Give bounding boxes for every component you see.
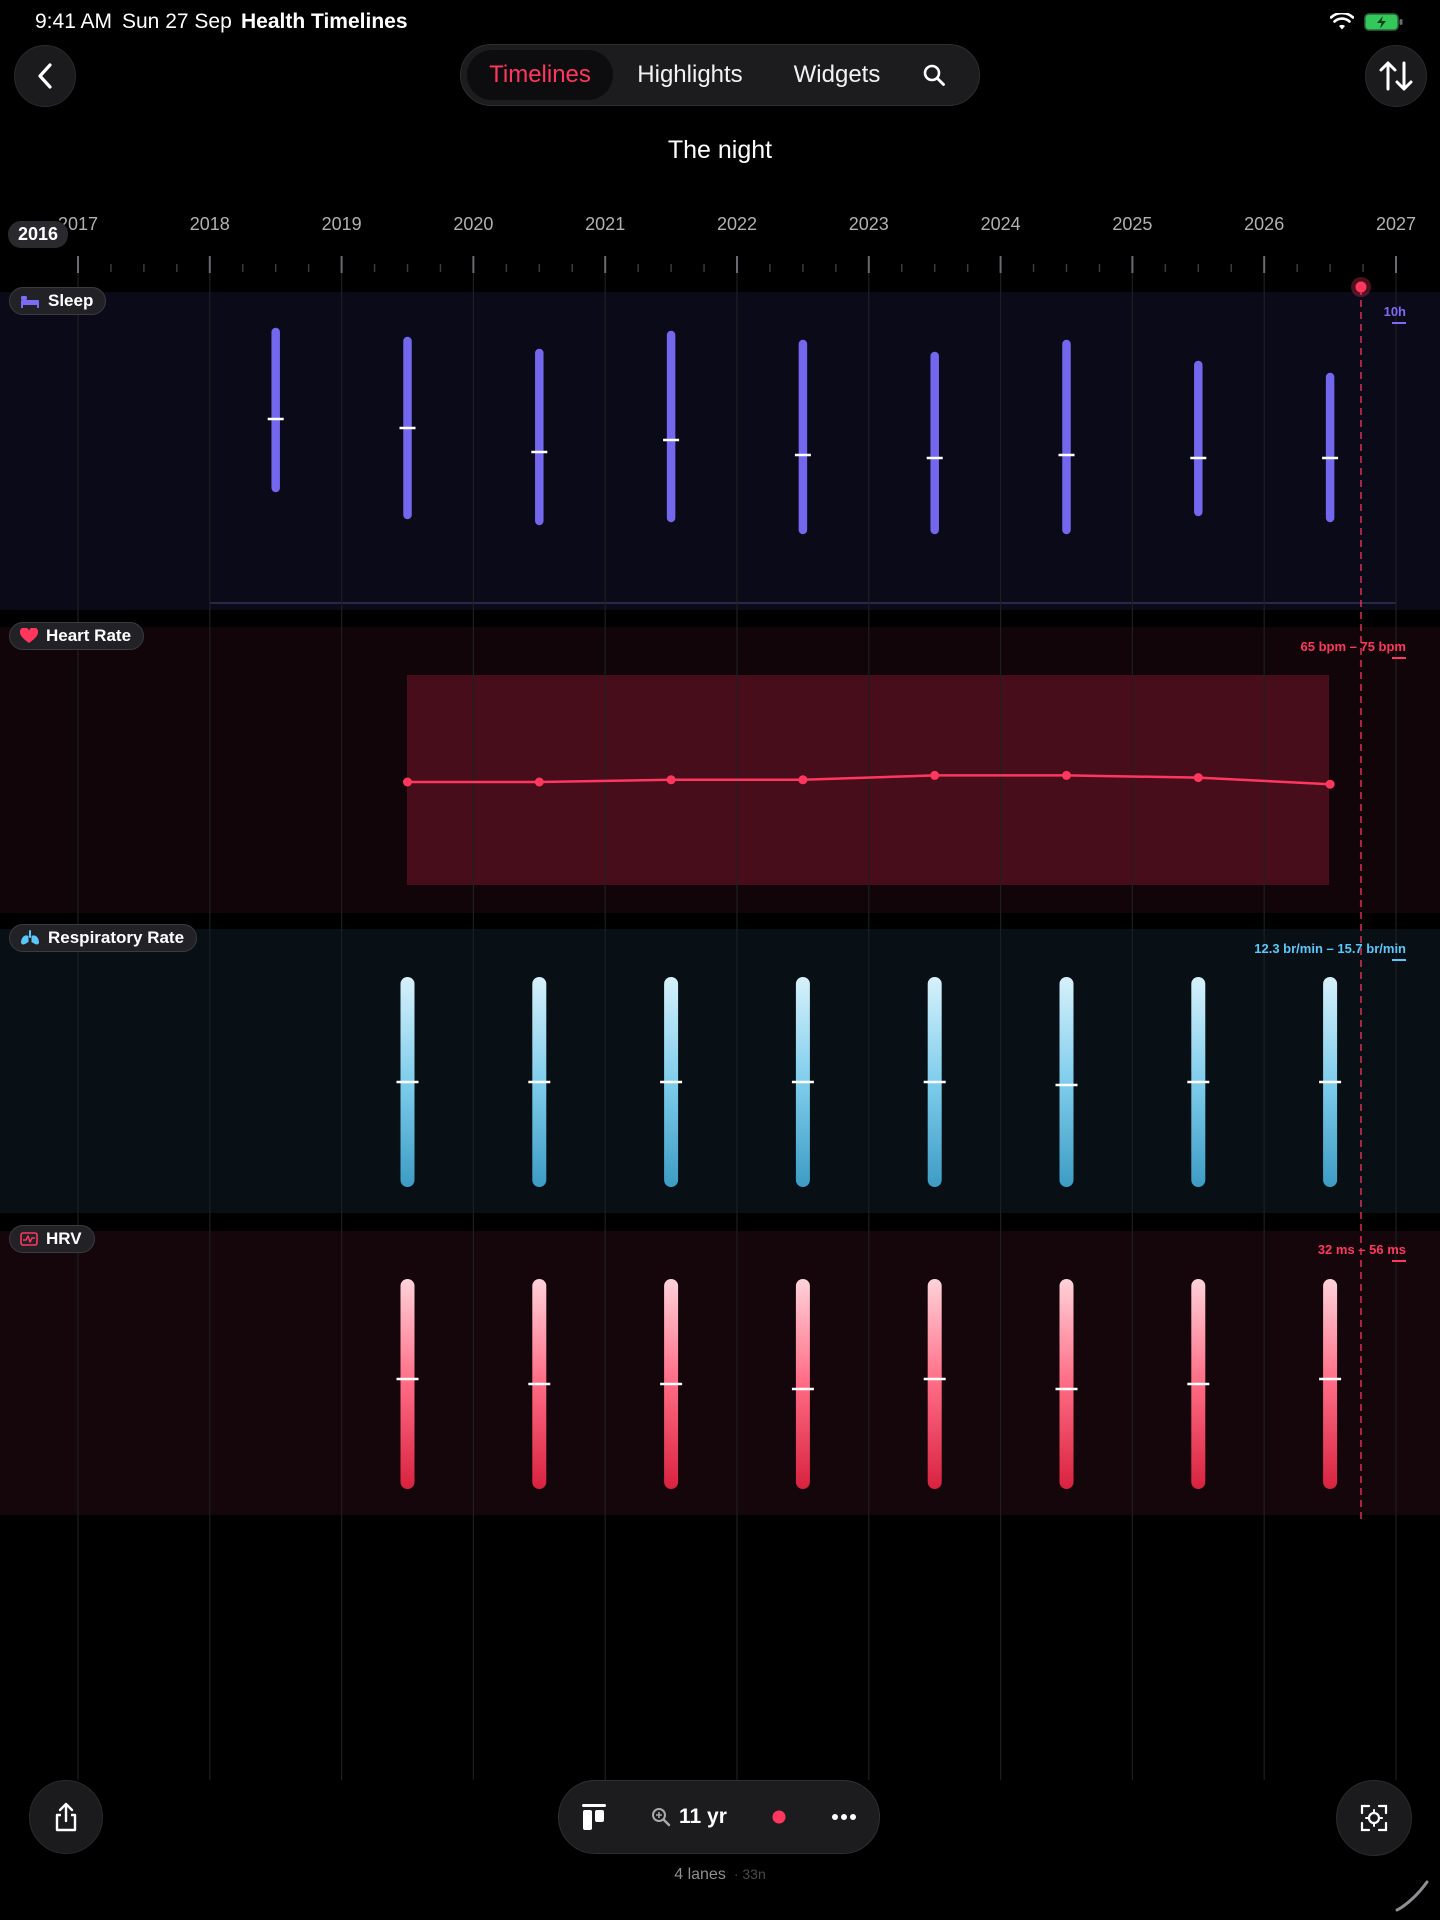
hrv-lane-bg xyxy=(0,1231,1440,1515)
lane-label-sleep: Sleep xyxy=(48,291,94,310)
hrv-range-bar xyxy=(927,1279,942,1489)
share-icon xyxy=(55,1802,77,1832)
heart-rate-point xyxy=(1325,779,1335,789)
lungs-icon xyxy=(21,930,39,945)
focus-frame-icon xyxy=(1360,1804,1388,1832)
record-button[interactable] xyxy=(771,1809,787,1825)
focus-button[interactable] xyxy=(1336,1780,1412,1856)
heart-rate-point xyxy=(798,775,808,785)
bottom-toolbar: 11 yr xyxy=(558,1780,880,1854)
sleep-range-label: 10h xyxy=(1383,304,1406,319)
heart-rate-point xyxy=(930,770,940,780)
footer-status: 4 lanes · 33n xyxy=(0,1866,1440,1884)
lane-label-heart-rate: Heart Rate xyxy=(46,626,132,645)
timeline-canvas[interactable] xyxy=(0,0,1440,1920)
zoom-label: 11 yr xyxy=(679,1805,727,1828)
resp-lane-bg xyxy=(0,929,1440,1213)
pencil-stroke-icon xyxy=(1395,1880,1429,1912)
lane-label-hrv: HRV xyxy=(46,1229,82,1248)
zoom-icon xyxy=(652,1808,671,1827)
layout-button[interactable] xyxy=(581,1803,607,1831)
bed-icon xyxy=(21,296,39,308)
now-marker xyxy=(1355,281,1367,293)
more-button[interactable] xyxy=(831,1813,857,1821)
lane-chip-sleep[interactable]: Sleep xyxy=(9,287,107,315)
record-dot-icon xyxy=(772,1810,786,1824)
sleep-lane-bg xyxy=(0,292,1440,610)
share-button[interactable] xyxy=(29,1780,103,1854)
hrv-range-bar xyxy=(400,1279,415,1489)
lane-label-respiratory-rate: Respiratory Rate xyxy=(48,928,185,947)
ellipsis-icon xyxy=(831,1814,856,1820)
heart-icon xyxy=(20,628,38,643)
heart-rate-point xyxy=(1062,770,1071,780)
hrv-range-bar xyxy=(795,1279,810,1489)
hrv-range-bar xyxy=(1323,1279,1338,1489)
waveform-icon xyxy=(20,1232,38,1246)
hrv-range-bar xyxy=(1059,1279,1074,1489)
heart-rate-point xyxy=(1193,773,1203,783)
lane-chip-hrv[interactable]: HRV xyxy=(9,1225,95,1253)
footer-subtext: · 33n xyxy=(733,1866,766,1882)
lane-chip-respiratory-rate[interactable]: Respiratory Rate xyxy=(9,924,198,952)
respiratory-rate-range-label: 12.3 br/min – 15.7 br/min xyxy=(1254,941,1406,956)
lane-chip-heart-rate[interactable]: Heart Rate xyxy=(9,622,145,650)
zoom-control[interactable]: 11 yr xyxy=(651,1805,727,1829)
heart-rate-point xyxy=(534,777,544,787)
respiratory-range-bar xyxy=(1059,977,1074,1187)
heart-rate-point xyxy=(403,777,412,787)
hrv-range-label: 32 ms – 56 ms xyxy=(1317,1242,1406,1257)
heart-rate-range-band xyxy=(407,675,1329,885)
layout-columns-icon xyxy=(582,1804,606,1830)
heart-rate-range-label: 65 bpm – 75 bpm xyxy=(1300,639,1406,654)
heart-rate-point xyxy=(666,775,676,785)
lanes-count: 4 lanes xyxy=(674,1866,726,1883)
